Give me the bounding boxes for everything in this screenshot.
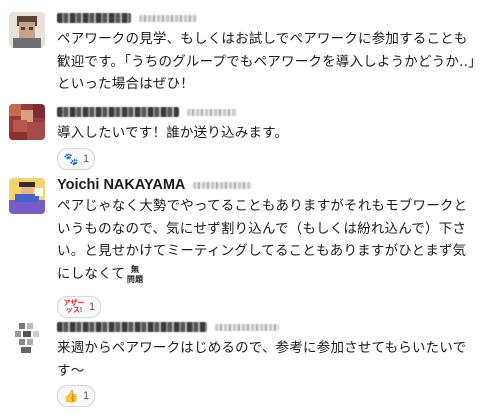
- message-4[interactable]: 来週からペアワークはじめるので、参考に参加させてもらいたいです〜 👍 1: [0, 317, 488, 411]
- message-text: 導入したいです！誰か送り込みます。: [57, 125, 289, 141]
- author-name[interactable]: Yoichi NAKAYAMA: [57, 177, 185, 193]
- author-name-redacted[interactable]: [57, 322, 207, 332]
- reaction-agree-stamp[interactable]: アザー ッス! 1: [57, 295, 102, 318]
- message-3[interactable]: Yoichi NAKAYAMA ペアじゃなく大勢でやってることもありますがそれも…: [0, 175, 488, 318]
- paw-prints-icon: 🐾: [63, 151, 79, 166]
- author-name-redacted[interactable]: [57, 13, 131, 23]
- reaction-count: 1: [83, 390, 90, 403]
- agree-stamp-icon: アザー ッス!: [63, 299, 85, 314]
- timestamp-redacted[interactable]: [215, 323, 279, 331]
- avatar-image: [9, 104, 45, 140]
- message-1[interactable]: ペアワークの見学、もしくはお試しでペアワークに参加することも歓迎です。「うちのグ…: [0, 8, 488, 100]
- avatar[interactable]: [9, 104, 45, 140]
- reaction-count: 1: [89, 300, 96, 313]
- avatar[interactable]: [9, 178, 45, 214]
- author-name-redacted[interactable]: [57, 107, 179, 117]
- message-text: 来週からペアワークはじめるので、参考に参加させてもらいたいです〜: [57, 340, 467, 379]
- timestamp-redacted[interactable]: [139, 14, 197, 22]
- mondai-nai-emoji-icon: 無問題: [125, 265, 145, 287]
- reaction-paw-prints[interactable]: 🐾 1: [57, 147, 96, 170]
- emoji-line-2: 問題: [126, 274, 144, 284]
- message-2[interactable]: 導入したいです！誰か送り込みます。 🐾 1: [0, 102, 488, 170]
- avatar-image: [9, 321, 45, 357]
- message-text: ペアじゃなく大勢でやってることもありますがそれもモブワークというものなので、気に…: [57, 195, 478, 287]
- timestamp-redacted[interactable]: [187, 108, 237, 116]
- message-feed: ペアワークの見学、もしくはお試しでペアワークに参加することも歓迎です。「うちのグ…: [0, 0, 488, 416]
- emoji-line-1: 無: [131, 264, 140, 274]
- timestamp-redacted[interactable]: [193, 181, 252, 189]
- avatar-image: [9, 12, 45, 48]
- message-text-body: ペアじゃなく大勢でやってることもありますがそれもモブワークというものなので、気に…: [57, 198, 468, 282]
- reaction-count: 1: [83, 152, 90, 165]
- avatar-image: [9, 178, 45, 214]
- thumbs-up-icon: 👍: [63, 389, 79, 404]
- reaction-thumbs-up[interactable]: 👍 1: [57, 385, 96, 408]
- avatar[interactable]: [9, 321, 45, 357]
- message-text: ペアワークの見学、もしくはお試しでペアワークに参加することも歓迎です。「うちのグ…: [57, 31, 476, 93]
- avatar[interactable]: [9, 12, 45, 48]
